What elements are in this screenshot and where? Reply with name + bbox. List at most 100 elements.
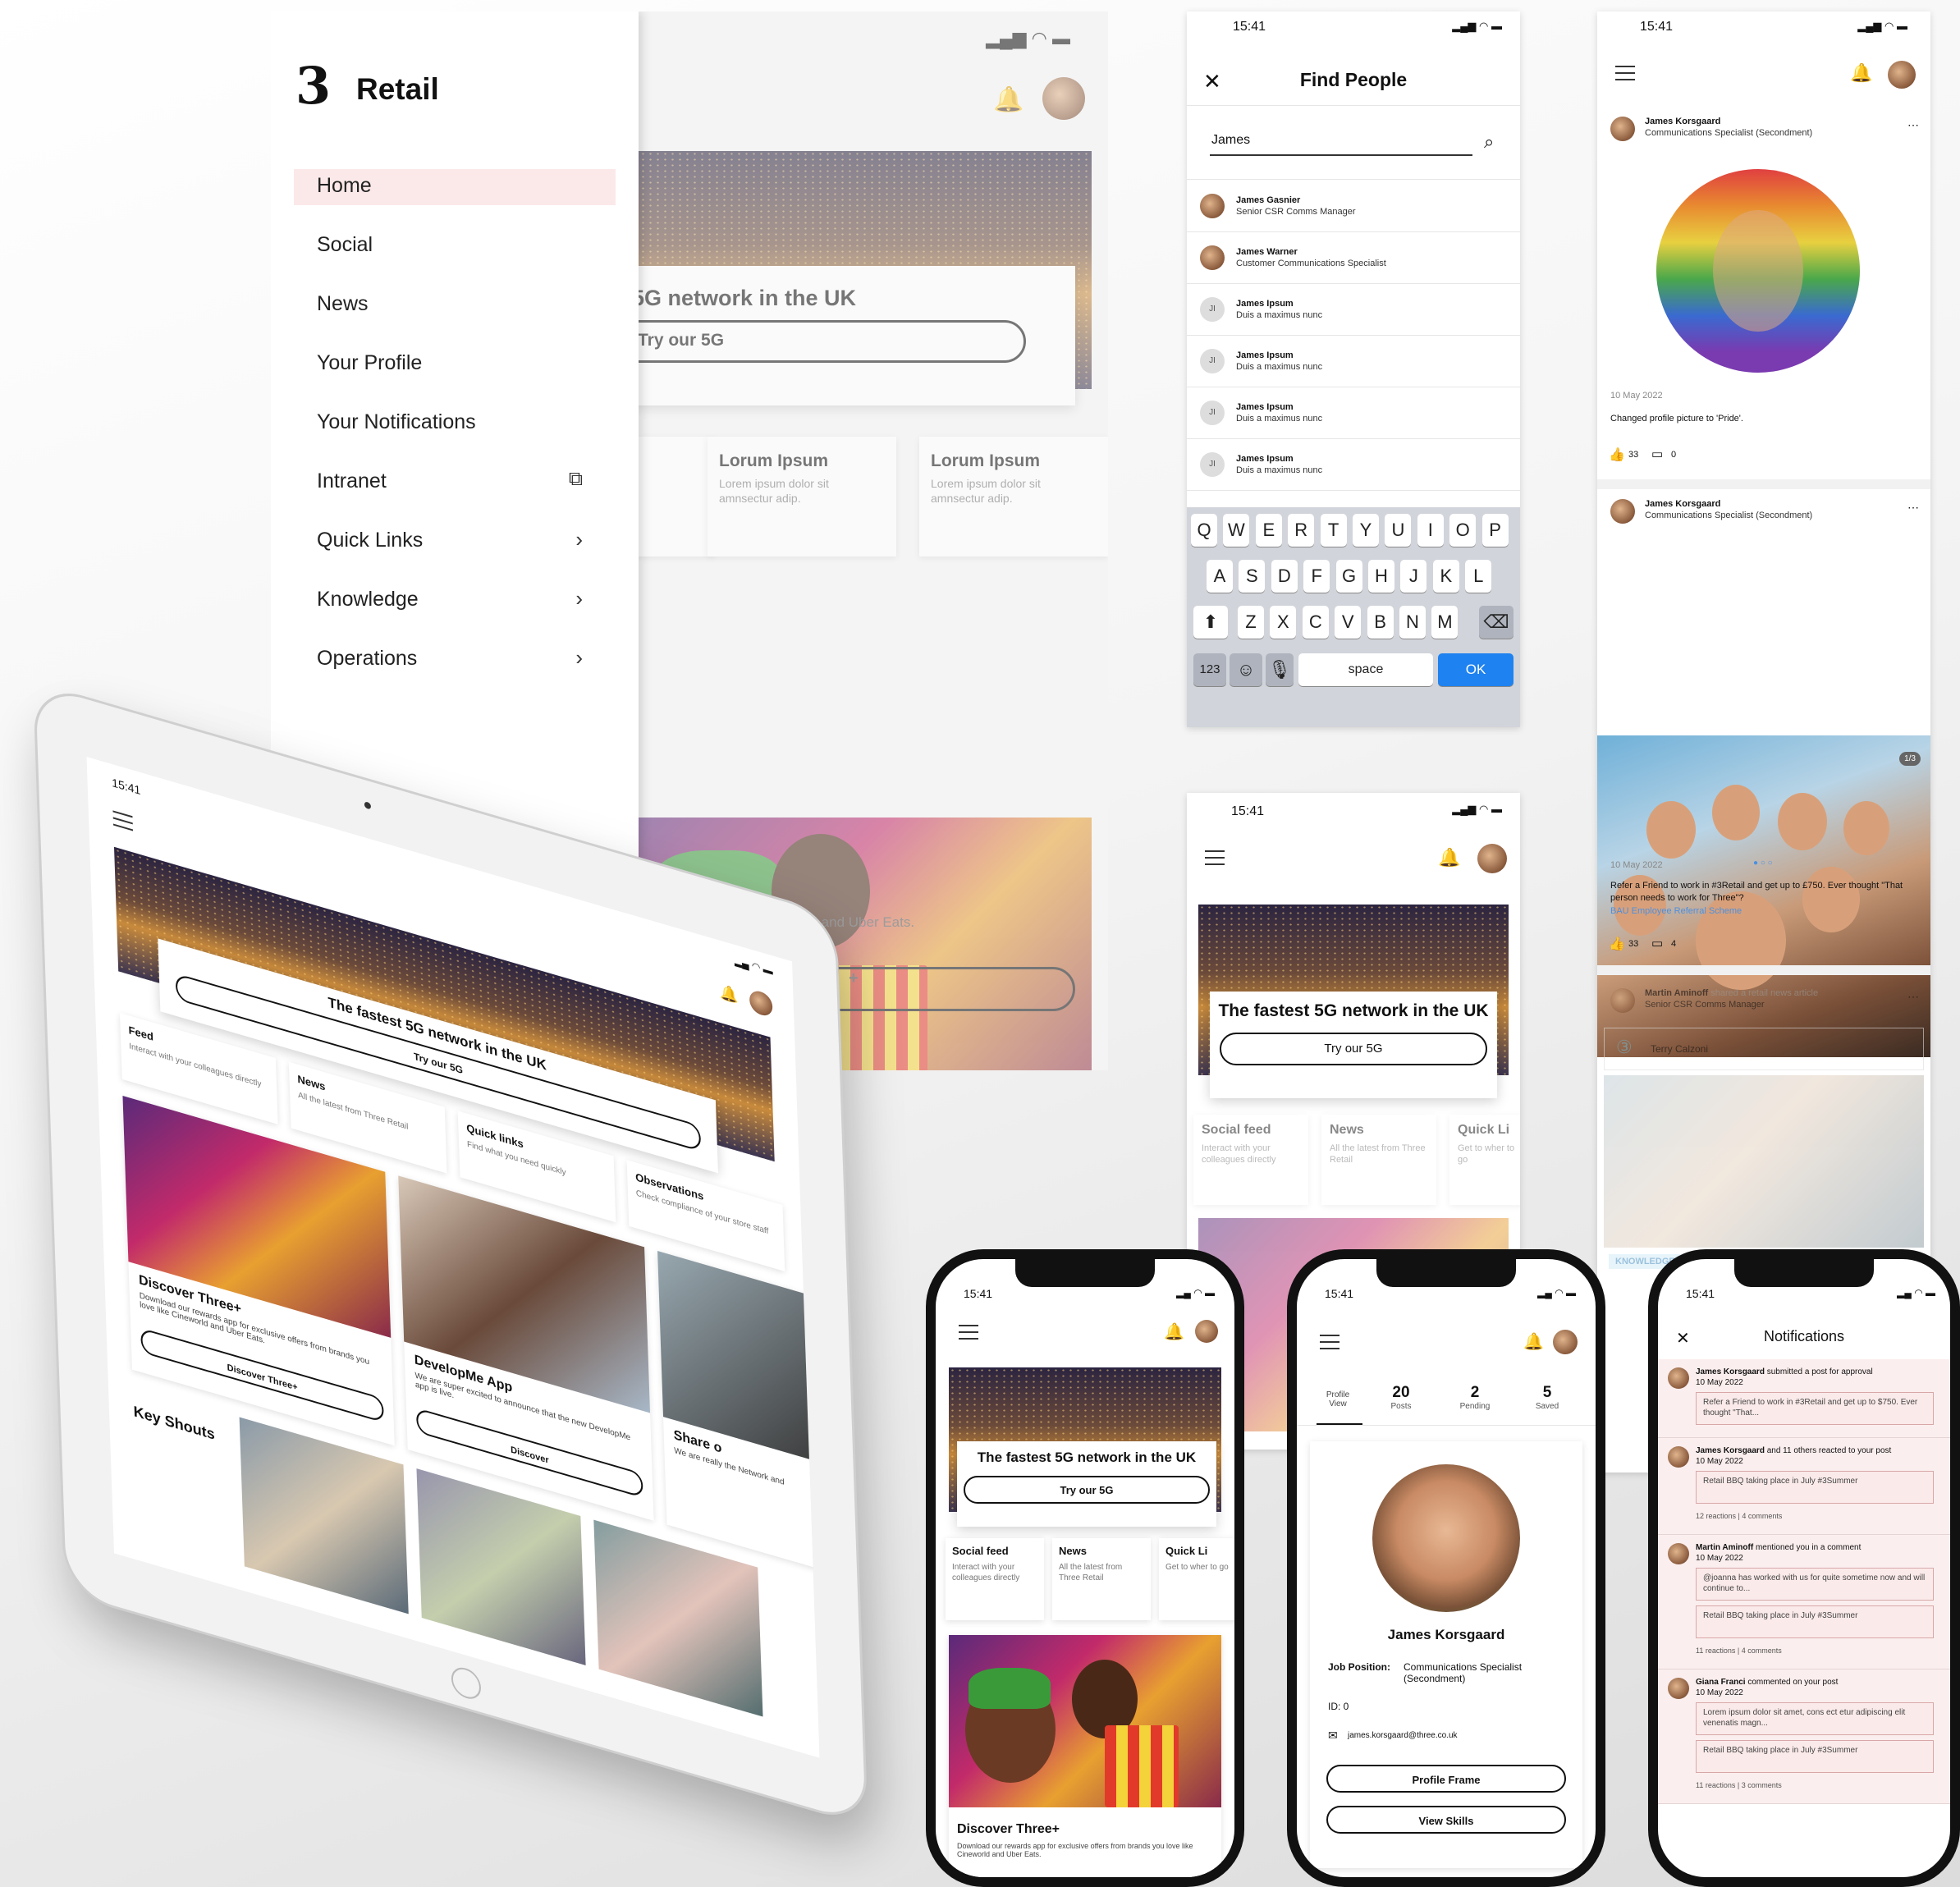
tile-news[interactable]: News All the latest from Three Retail [1321, 1115, 1436, 1205]
tile-news[interactable]: News All the latest from Three Retail [1052, 1538, 1151, 1620]
like-icon[interactable]: 👍 [1609, 447, 1625, 463]
profile-email[interactable]: james.korsgaard@three.co.uk [1348, 1731, 1458, 1740]
bell-icon[interactable]: 🔔 [1438, 847, 1460, 868]
person-row[interactable]: James Gasnier Senior CSR Comms Manager [1187, 181, 1520, 232]
emoji-key[interactable]: ☺ [1230, 653, 1262, 686]
key-x[interactable]: X [1270, 606, 1297, 639]
backspace-key[interactable]: ⌫ [1479, 606, 1514, 639]
key-r[interactable]: R [1288, 514, 1315, 547]
tile-social-feed[interactable]: Social feed Interact with your colleague… [946, 1538, 1044, 1620]
bell-icon[interactable]: 🔔 [1523, 1331, 1544, 1352]
stat-posts[interactable]: 20 Posts [1382, 1384, 1420, 1411]
tile-left-partial[interactable] [632, 437, 714, 556]
menu-item-social[interactable]: Social [317, 233, 373, 257]
key-z[interactable]: Z [1238, 606, 1264, 639]
menu-item-operations[interactable]: Operations [317, 647, 417, 671]
carousel-dots[interactable]: ● ○ ○ [1753, 859, 1773, 868]
post-link[interactable]: BAU Employee Referral Scheme [1610, 906, 1742, 916]
try-5g-button[interactable]: Try our 5G [616, 320, 1026, 363]
person-row[interactable]: JI James Ipsum Duis a maximus nunc [1187, 387, 1520, 439]
notification-item[interactable]: Martin Aminoff mentioned you in a commen… [1658, 1535, 1950, 1669]
key-i[interactable]: I [1417, 514, 1444, 547]
like-icon[interactable]: 👍 [1609, 936, 1625, 952]
menu-icon[interactable] [1320, 1335, 1339, 1349]
bell-icon[interactable]: 🔔 [720, 983, 739, 1006]
bell-icon[interactable]: 🔔 [1164, 1321, 1184, 1342]
person-row[interactable]: James Warner Customer Communications Spec… [1187, 232, 1520, 284]
key-p[interactable]: P [1481, 514, 1509, 547]
key-c[interactable]: C [1302, 606, 1329, 639]
notification-item[interactable]: Giana Franci commented on your post 10 Ma… [1658, 1669, 1950, 1804]
author-avatar[interactable] [1610, 988, 1635, 1013]
key-d[interactable]: D [1271, 560, 1298, 593]
promo-card[interactable]: Discover Three+ Download our rewards app… [949, 1635, 1221, 1877]
key-q[interactable]: Q [1191, 514, 1217, 547]
shared-by-card[interactable]: ③ Terry Calzoni [1604, 1028, 1924, 1070]
tab-profile-view[interactable]: Profile View [1321, 1390, 1354, 1408]
avatar[interactable] [1888, 61, 1916, 89]
menu-item-home[interactable]: Home [317, 174, 372, 198]
more-icon[interactable]: ⋯ [1907, 990, 1919, 1004]
avatar[interactable] [1553, 1330, 1578, 1354]
more-icon[interactable]: ⋯ [1907, 118, 1919, 132]
notification-item[interactable]: James Korsgaard submitted a post for app… [1658, 1359, 1950, 1438]
key-j[interactable]: J [1400, 560, 1427, 593]
menu-item-your-profile[interactable]: Your Profile [317, 351, 422, 375]
menu-icon[interactable] [1205, 850, 1225, 865]
bell-icon[interactable]: 🔔 [993, 85, 1024, 114]
card-developme[interactable]: DevelopMe App We are super excited to an… [398, 1175, 654, 1521]
tile-lorum-2[interactable]: Lorum Ipsum Lorem ipsum dolor sit amnsec… [919, 437, 1108, 556]
key-b[interactable]: B [1367, 606, 1394, 639]
stat-pending[interactable]: 2 Pending [1454, 1384, 1495, 1411]
person-row[interactable]: JI James Ipsum Duis a maximus nunc [1187, 284, 1520, 336]
menu-item-knowledge[interactable]: Knowledge [317, 588, 419, 611]
person-row[interactable]: JI James Ipsum Duis a maximus nunc [1187, 336, 1520, 387]
home-button[interactable] [451, 1664, 482, 1703]
tile-observations[interactable]: Observations Check compliance of your st… [626, 1160, 785, 1271]
card-discover-three[interactable]: Discover Three+ Download our rewards app… [122, 1096, 395, 1446]
avatar[interactable] [1477, 844, 1507, 873]
shift-key[interactable]: ⬆ [1193, 606, 1228, 639]
author-avatar[interactable] [1610, 117, 1635, 141]
post-author[interactable]: Martin Aminoff shared a retail news arti… [1645, 988, 1818, 998]
key-t[interactable]: T [1320, 514, 1347, 547]
avatar[interactable] [749, 988, 773, 1019]
key-h[interactable]: H [1368, 560, 1394, 593]
search-input[interactable]: James [1210, 126, 1472, 156]
key-w[interactable]: W [1223, 514, 1250, 547]
menu-icon[interactable] [959, 1325, 978, 1340]
key-o[interactable]: O [1449, 514, 1477, 547]
tile-lorum-1[interactable]: Lorum Ipsum Lorem ipsum dolor sit amnsec… [708, 437, 896, 556]
menu-item-quick-links[interactable]: Quick Links [317, 529, 423, 552]
card-share[interactable]: Share o We are really the Network and [657, 1250, 820, 1573]
comment-icon[interactable]: ▭ [1651, 936, 1663, 950]
key-l[interactable]: L [1465, 560, 1492, 593]
search-icon[interactable]: ⌕ [1484, 131, 1494, 153]
key-s[interactable]: S [1239, 560, 1266, 593]
try-5g-button[interactable]: Try our 5G [1220, 1033, 1487, 1065]
key-v[interactable]: V [1335, 606, 1362, 639]
key-n[interactable]: N [1399, 606, 1426, 639]
key-y[interactable]: Y [1353, 514, 1379, 547]
try-5g-button[interactable]: Try our 5G [964, 1476, 1210, 1504]
avatar[interactable] [1195, 1320, 1218, 1343]
menu-item-intranet[interactable]: Intranet [317, 469, 387, 493]
avatar[interactable] [1042, 77, 1085, 120]
comment-icon[interactable]: ▭ [1651, 447, 1663, 461]
bell-icon[interactable]: 🔔 [1850, 62, 1872, 84]
view-skills-button[interactable]: View Skills [1326, 1806, 1566, 1834]
numbers-key[interactable]: 123 [1193, 653, 1226, 686]
menu-icon[interactable] [1615, 66, 1635, 80]
person-row[interactable]: JI James Ipsum Duis a maximus nunc [1187, 439, 1520, 491]
ok-key[interactable]: OK [1438, 653, 1514, 686]
tile-quick-links[interactable]: Quick Li Get to wher to go [1159, 1538, 1234, 1620]
stat-saved[interactable]: 5 Saved [1528, 1384, 1566, 1411]
tile-quick-links[interactable]: Quick Li Get to wher to go [1449, 1115, 1520, 1205]
tile-social-feed[interactable]: Social feed Interact with your colleague… [1193, 1115, 1308, 1205]
menu-icon[interactable] [112, 810, 134, 831]
mic-key[interactable]: 🎙 [1266, 653, 1294, 686]
key-u[interactable]: U [1385, 514, 1412, 547]
profile-frame-button[interactable]: Profile Frame [1326, 1765, 1566, 1793]
space-key[interactable]: space [1298, 653, 1433, 686]
key-k[interactable]: K [1432, 560, 1459, 593]
